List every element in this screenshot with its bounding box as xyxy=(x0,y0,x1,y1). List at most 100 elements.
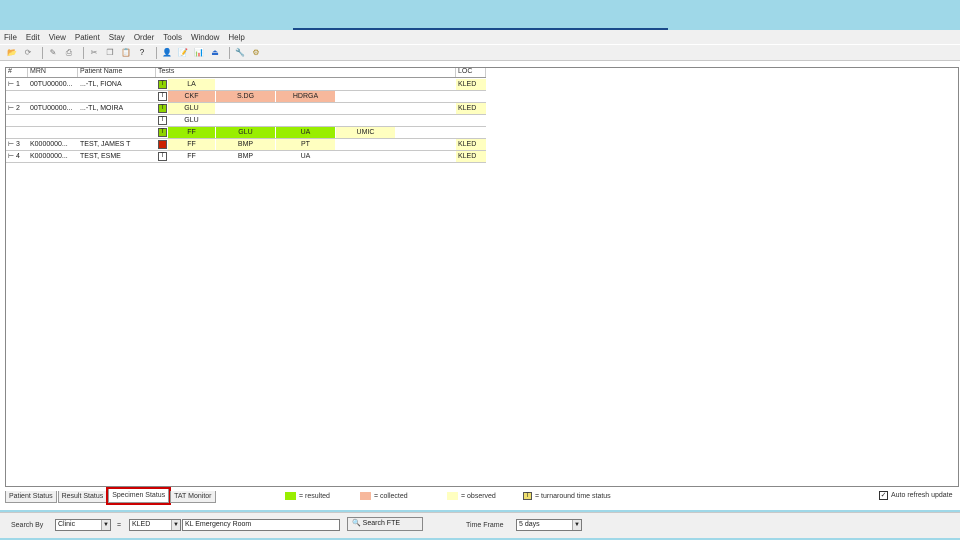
specimen-status-icon[interactable] xyxy=(158,140,167,149)
tab-patient-status[interactable]: Patient Status xyxy=(5,491,57,503)
test-cell[interactable]: FF xyxy=(168,127,215,138)
row-location: KLED xyxy=(456,103,486,114)
clinic-code-select[interactable]: KLED ▼ xyxy=(129,519,181,531)
paste-icon[interactable]: 📋 xyxy=(120,47,132,58)
chevron-down-icon[interactable]: ▼ xyxy=(171,520,180,530)
copy-icon[interactable]: ❐ xyxy=(104,47,116,58)
auto-refresh-label: Auto refresh update xyxy=(891,492,953,499)
expand-icon[interactable]: ⊢ xyxy=(6,103,14,114)
equals-label: = xyxy=(117,522,122,529)
auto-refresh-checkbox[interactable]: ✓ xyxy=(879,491,888,500)
clinic-name-field[interactable]: KL Emergency Room xyxy=(182,519,340,531)
row-patient-name[interactable] xyxy=(78,91,156,102)
toolbar-separator xyxy=(229,46,230,59)
row-patient-name[interactable]: ...-TL, FIONA xyxy=(78,79,156,90)
test-cell[interactable]: S.DG xyxy=(216,91,275,102)
timeframe-select[interactable]: 5 days ▼ xyxy=(516,519,582,531)
menu-item-stay[interactable]: Stay xyxy=(109,33,125,42)
expand-icon[interactable]: ⊢ xyxy=(6,151,14,162)
row-number: 4 xyxy=(16,153,20,160)
tab-result-status[interactable]: Result Status xyxy=(57,491,108,503)
tools-icon[interactable]: 🔧 xyxy=(234,47,246,58)
results-icon[interactable]: 📊 xyxy=(193,47,205,58)
row-mrn[interactable] xyxy=(28,127,78,138)
row-patient-name[interactable]: ...-TL, MOIRA xyxy=(78,103,156,114)
row-patient-name[interactable]: TEST, ESME xyxy=(78,151,156,162)
specimen-status-icon[interactable]: T xyxy=(158,80,167,89)
exit-icon[interactable]: ⏏ xyxy=(209,47,221,58)
chevron-down-icon[interactable]: ▼ xyxy=(572,520,581,530)
test-cell[interactable]: GLU xyxy=(216,127,275,138)
row-patient-name[interactable] xyxy=(78,127,156,138)
specimen-status-icon[interactable]: T xyxy=(158,116,167,125)
refresh-icon[interactable]: ⟳ xyxy=(22,47,34,58)
order-icon[interactable]: 📝 xyxy=(177,47,189,58)
legend-observed: = observed xyxy=(447,492,496,500)
legend-resulted: = resulted xyxy=(285,492,330,500)
test-cell[interactable]: UMIC xyxy=(336,127,395,138)
test-cell[interactable]: BMP xyxy=(216,139,275,150)
menu-item-help[interactable]: Help xyxy=(228,33,244,42)
timeframe-label: Time Frame xyxy=(466,522,504,529)
menu-item-window[interactable]: Window xyxy=(191,33,219,42)
patient-icon[interactable]: 👤 xyxy=(161,47,173,58)
lab-app-window: File Edit View Patient Stay Order Tools Window H… xyxy=(0,30,960,538)
row-location xyxy=(456,127,486,138)
open-icon[interactable]: 📂 xyxy=(6,47,18,58)
expand-icon[interactable]: ⊢ xyxy=(6,79,14,90)
chevron-down-icon[interactable]: ▼ xyxy=(101,520,110,530)
menu-item-edit[interactable]: Edit xyxy=(26,33,40,42)
row-location: KLED xyxy=(456,139,486,150)
search-by-select[interactable]: Clinic ▼ xyxy=(55,519,111,531)
test-cell[interactable]: FF xyxy=(168,139,215,150)
legend-collected: = collected xyxy=(360,492,408,500)
menu-item-file[interactable]: File xyxy=(4,33,17,42)
tab-specimen-status[interactable]: Specimen Status xyxy=(106,487,172,505)
toolbar: 📂 ⟳ ✎ ⎙ ✂ ❐ 📋? 👤 📝 📊 ⏏ 🔧 ⚙ xyxy=(0,45,960,61)
row-number: 3 xyxy=(16,141,20,148)
toolbar-separator xyxy=(156,46,157,59)
row-patient-name[interactable]: TEST, JAMES T xyxy=(78,139,156,150)
test-cell[interactable]: UA xyxy=(276,127,335,138)
row-mrn[interactable]: 00TU00000... xyxy=(28,103,78,114)
toolbar-separator xyxy=(83,46,84,59)
row-mrn[interactable] xyxy=(28,115,78,126)
test-cell[interactable]: PT xyxy=(276,139,335,150)
row-mrn[interactable]: K0000000... xyxy=(28,139,78,150)
row-mrn[interactable] xyxy=(28,91,78,102)
test-cell[interactable]: GLU xyxy=(168,115,215,126)
test-cell[interactable]: UA xyxy=(276,151,335,162)
legend-label: = turnaround time status xyxy=(535,492,611,500)
menu-item-tools[interactable]: Tools xyxy=(163,33,182,42)
settings-icon[interactable]: ⚙ xyxy=(250,47,262,58)
tab-tat-monitor[interactable]: TAT Monitor xyxy=(170,491,216,503)
row-mrn[interactable]: 00TU00000... xyxy=(28,79,78,90)
legend-label: = collected xyxy=(374,492,408,500)
legend-label: = resulted xyxy=(299,492,330,500)
cut-icon[interactable]: ✂ xyxy=(88,47,100,58)
test-cell[interactable]: GLU xyxy=(168,103,215,114)
specimen-status-icon[interactable]: T xyxy=(158,104,167,113)
row-patient-name[interactable] xyxy=(78,115,156,126)
specimen-status-icon[interactable]: T xyxy=(158,152,167,161)
print-icon[interactable]: ⎙ xyxy=(63,47,75,58)
search-by-value: Clinic xyxy=(58,521,76,528)
test-cell[interactable]: FF xyxy=(168,151,215,162)
test-cell[interactable]: CKF xyxy=(168,91,215,102)
search-button[interactable]: 🔍 Search FTE xyxy=(347,517,423,531)
row-mrn[interactable]: K0000000... xyxy=(28,151,78,162)
test-cell[interactable]: BMP xyxy=(216,151,275,162)
edit-icon[interactable]: ✎ xyxy=(47,47,59,58)
expand-icon[interactable]: ⊢ xyxy=(6,139,14,150)
help-icon[interactable]: ? xyxy=(136,47,148,58)
test-cell[interactable]: HDRGA xyxy=(276,91,335,102)
specimen-grid: # MRN Patient Name Tests LOC ⊢ 1 00TU00000… xyxy=(5,67,959,487)
test-cell[interactable]: LA xyxy=(168,79,215,90)
menu-item-order[interactable]: Order xyxy=(134,33,154,42)
row-number: 1 xyxy=(16,81,20,88)
menu-item-patient[interactable]: Patient xyxy=(75,33,100,42)
specimen-status-icon[interactable]: T xyxy=(158,128,167,137)
menu-item-view[interactable]: View xyxy=(49,33,66,42)
specimen-status-icon[interactable]: T xyxy=(158,92,167,101)
menu-bar: File Edit View Patient Stay Order Tools Window H… xyxy=(0,30,960,44)
